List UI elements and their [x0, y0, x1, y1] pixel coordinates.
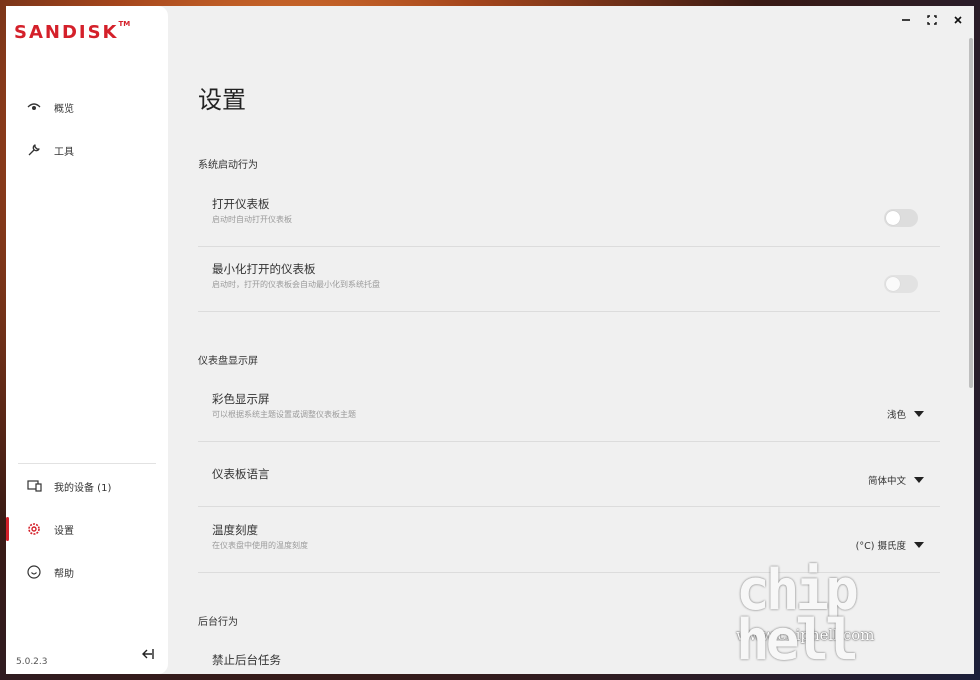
- sidebar-item-settings[interactable]: 设置: [6, 512, 168, 546]
- setting-title: 彩色显示屏: [212, 392, 270, 406]
- select-value: 浅色: [886, 410, 906, 421]
- help-icon: [26, 564, 42, 580]
- sidebar-item-label: 帮助: [54, 568, 74, 580]
- setting-description: 可以根据系统主题设置或调整仪表板主题: [212, 410, 356, 419]
- sidebar-item-overview[interactable]: 概览: [6, 90, 168, 124]
- sidebar: SANDISKTM 概览 工具 我的设备 (1) 设置 帮助 5.0.2.3: [6, 6, 168, 674]
- setting-title: 仪表板语言: [212, 467, 270, 481]
- setting-title: 禁止后台任务: [212, 653, 281, 667]
- setting-description: 启动时，打开的仪表板会自动最小化到系统托盘: [212, 280, 380, 289]
- chiphell-watermark: www.chiphell.com chip hell: [736, 556, 966, 673]
- section-title-background: 后台行为: [198, 617, 238, 628]
- minimize-dashboard-toggle[interactable]: [884, 275, 918, 293]
- sidebar-item-tools[interactable]: 工具: [6, 133, 168, 167]
- sidebar-item-label: 工具: [54, 146, 74, 158]
- setting-row-open-dashboard: 打开仪表板 启动时自动打开仪表板: [198, 182, 940, 247]
- toggle-knob: [886, 277, 900, 291]
- open-dashboard-toggle[interactable]: [884, 209, 918, 227]
- select-value: (°C) 摄氏度: [855, 541, 906, 552]
- sidebar-divider: [18, 463, 156, 464]
- gear-icon: [26, 521, 42, 537]
- setting-row-color-display: 彩色显示屏 可以根据系统主题设置或调整仪表板主题 浅色: [198, 377, 940, 442]
- sidebar-item-my-devices[interactable]: 我的设备 (1): [6, 469, 168, 503]
- collapse-left-icon: [140, 646, 156, 665]
- caret-down-icon: [914, 411, 924, 417]
- sidebar-item-label: 概览: [54, 103, 74, 115]
- setting-description: 在仪表盘中使用的温度刻度: [212, 541, 308, 550]
- eye-icon: [26, 99, 42, 115]
- section-title-startup: 系统启动行为: [198, 160, 258, 171]
- setting-title: 打开仪表板: [212, 197, 270, 211]
- caret-down-icon: [914, 477, 924, 483]
- theme-select[interactable]: 浅色: [887, 407, 924, 421]
- page-title: 设置: [198, 86, 246, 114]
- toggle-knob: [886, 211, 900, 225]
- watermark-logo: chip hell: [736, 558, 859, 673]
- wrench-icon: [26, 142, 42, 158]
- select-value: 简体中文: [867, 476, 906, 487]
- language-select[interactable]: 简体中文: [868, 473, 924, 487]
- setting-description: 启动时自动打开仪表板: [212, 215, 292, 224]
- sidebar-item-help[interactable]: 帮助: [6, 555, 168, 589]
- active-indicator: [6, 517, 9, 541]
- sandisk-logo: SANDISKTM: [14, 20, 131, 43]
- temperature-select[interactable]: (°C) 摄氏度: [856, 538, 924, 552]
- sidebar-item-label: 我的设备 (1): [54, 482, 112, 494]
- scrollbar-thumb[interactable]: [969, 38, 973, 388]
- setting-title: 温度刻度: [212, 523, 258, 537]
- setting-title: 最小化打开的仪表板: [212, 262, 316, 276]
- sidebar-item-label: 设置: [54, 525, 74, 537]
- setting-row-dashboard-language: 仪表板语言 简体中文: [198, 442, 940, 507]
- collapse-sidebar-button[interactable]: [140, 646, 158, 662]
- devices-icon: [26, 478, 42, 494]
- section-title-dashboard-display: 仪表盘显示屏: [198, 356, 258, 367]
- app-window: SANDISKTM 概览 工具 我的设备 (1) 设置 帮助 5.0.2.3 设…: [6, 6, 974, 674]
- caret-down-icon: [914, 542, 924, 548]
- version-label: 5.0.2.3: [16, 657, 48, 667]
- scrollbar[interactable]: [968, 28, 974, 388]
- setting-row-minimize-dashboard: 最小化打开的仪表板 启动时，打开的仪表板会自动最小化到系统托盘: [198, 247, 940, 312]
